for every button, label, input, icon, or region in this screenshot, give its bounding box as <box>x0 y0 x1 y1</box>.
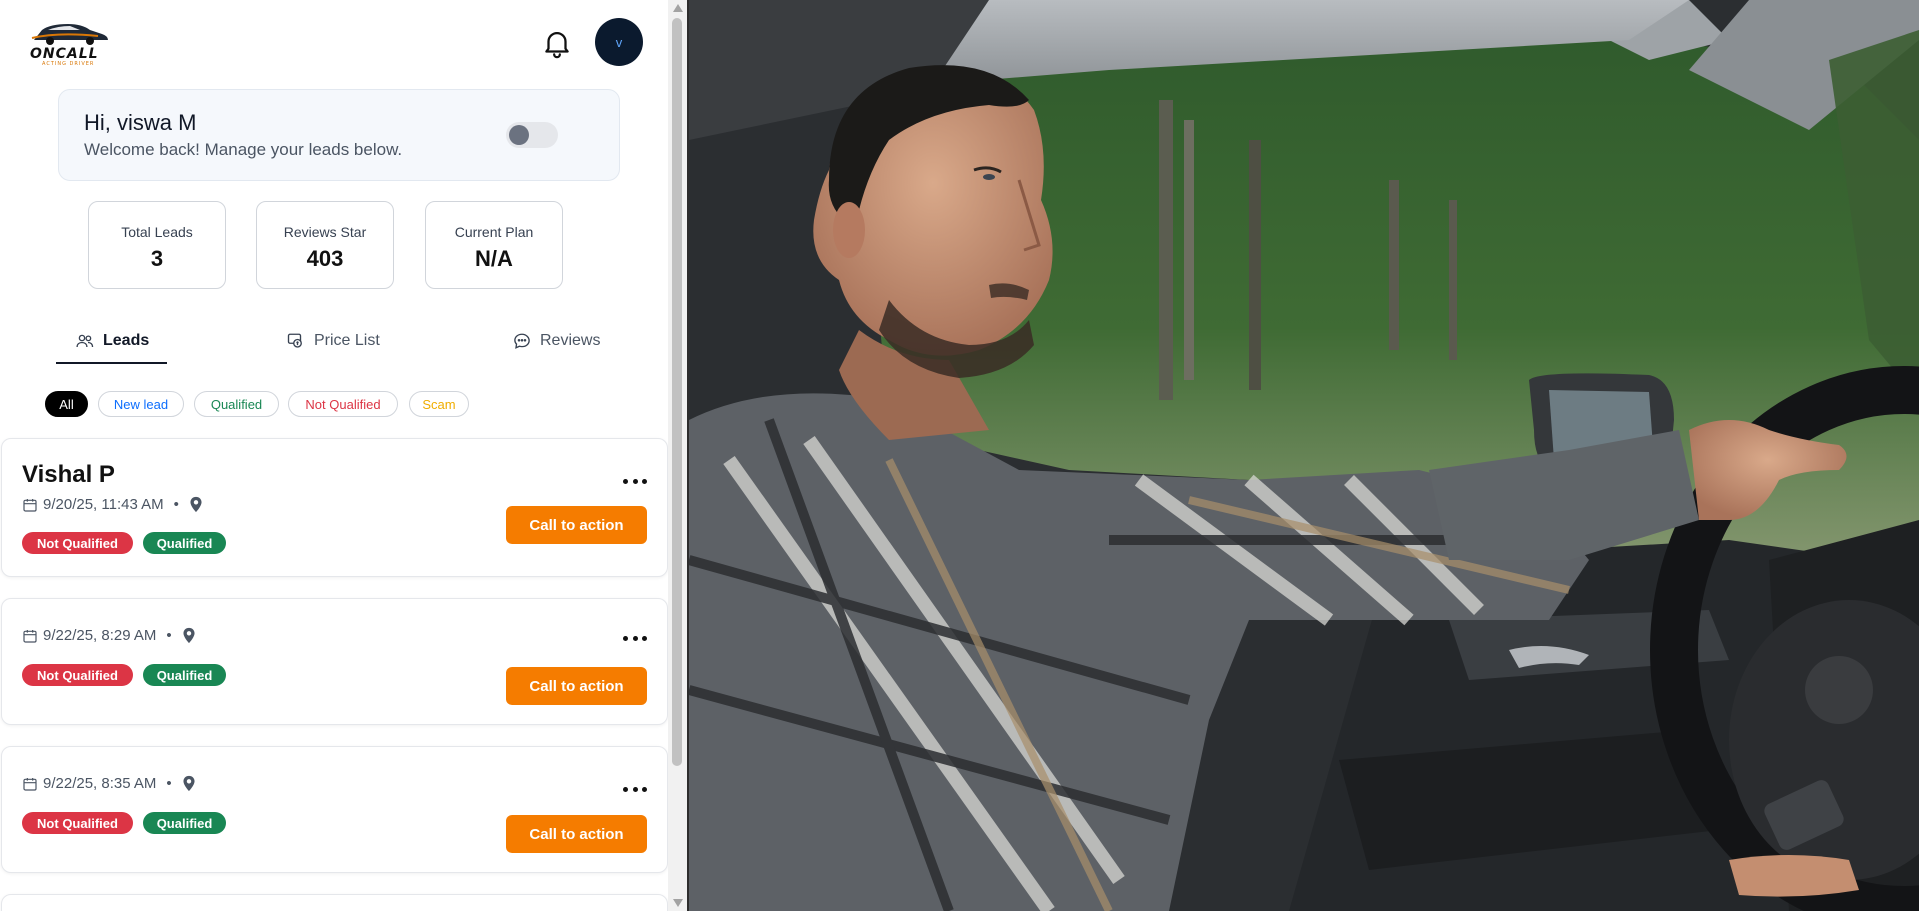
tab-reviews[interactable]: Reviews <box>513 318 600 364</box>
man-driving-car-illustration <box>689 0 1919 911</box>
location-pin-icon[interactable] <box>182 775 196 792</box>
more-options-icon[interactable] <box>623 784 647 794</box>
brand-name: ONCALL <box>30 46 99 62</box>
brand-tagline: ACTING DRIVER <box>42 61 95 67</box>
stat-label: Current Plan <box>454 224 534 240</box>
lead-meta: 9/22/25, 8:35 AM • <box>22 775 196 792</box>
leads-panel: ONCALL ACTING DRIVER v Hi, viswa M Welco… <box>0 0 687 911</box>
availability-toggle[interactable] <box>506 122 558 148</box>
meta-separator: • <box>166 775 172 792</box>
lead-datetime: 9/20/25, 11:43 AM <box>43 496 164 513</box>
calendar-icon <box>22 776 38 792</box>
filter-chip-not-qualified[interactable]: Not Qualified <box>288 391 398 417</box>
tab-price-list[interactable]: Price List <box>287 318 380 364</box>
stat-value: 403 <box>306 246 344 271</box>
badge-qualified: Qualified <box>143 532 226 554</box>
lead-card[interactable]: Vishal P 9/20/25, 11:43 AM • Not Qualifi… <box>1 438 668 577</box>
car-logo-icon <box>31 24 108 45</box>
stat-reviews-star: Reviews Star 403 <box>256 201 394 289</box>
filter-chip-qualified[interactable]: Qualified <box>194 391 279 417</box>
lead-datetime: 9/22/25, 8:35 AM <box>43 775 157 792</box>
profile-avatar[interactable]: v <box>595 18 643 66</box>
active-tab-indicator <box>56 362 167 364</box>
stat-value: N/A <box>475 246 513 271</box>
meta-separator: • <box>173 496 179 513</box>
scroll-thumb[interactable] <box>672 18 682 766</box>
call-to-action-button[interactable]: Call to action <box>506 815 647 853</box>
calendar-icon <box>22 628 38 644</box>
scroll-up-arrow-icon[interactable] <box>673 4 683 12</box>
stat-current-plan: Current Plan N/A <box>425 201 563 289</box>
lead-meta: 9/22/25, 8:29 AM • <box>22 627 196 644</box>
badge-qualified: Qualified <box>143 664 226 686</box>
lead-meta: 9/20/25, 11:43 AM • <box>22 496 203 513</box>
lead-card[interactable]: 9/22/25, 8:35 AM • Not Qualified Qualifi… <box>1 746 668 873</box>
stat-label: Total Leads <box>121 224 193 240</box>
greeting-title: Hi, viswa M <box>84 110 197 135</box>
badge-qualified: Qualified <box>143 812 226 834</box>
vertical-scrollbar[interactable] <box>668 0 687 911</box>
driver-hero-image <box>689 0 1919 911</box>
more-options-icon[interactable] <box>623 476 647 486</box>
badge-not-qualified: Not Qualified <box>22 664 133 686</box>
price-tag-icon <box>287 332 305 350</box>
location-pin-icon[interactable] <box>189 496 203 513</box>
stat-value: 3 <box>150 246 164 271</box>
welcome-card: Hi, viswa M Welcome back! Manage your le… <box>58 89 620 181</box>
filter-chip-new-lead[interactable]: New lead <box>98 391 184 417</box>
notification-bell-icon[interactable] <box>540 26 574 60</box>
call-to-action-button[interactable]: Call to action <box>506 506 647 544</box>
meta-separator: • <box>166 627 172 644</box>
greeting-subtitle: Welcome back! Manage your leads below. <box>84 140 403 159</box>
avatar-initial: v <box>615 34 623 50</box>
toggle-knob <box>509 125 529 145</box>
filter-chip-scam[interactable]: Scam <box>409 391 469 417</box>
more-options-icon[interactable] <box>623 633 647 643</box>
tab-label: Leads <box>103 332 150 349</box>
users-icon <box>76 333 94 349</box>
scroll-down-arrow-icon[interactable] <box>673 899 683 907</box>
lead-datetime: 9/22/25, 8:29 AM <box>43 627 157 644</box>
badge-not-qualified: Not Qualified <box>22 812 133 834</box>
badge-not-qualified: Not Qualified <box>22 532 133 554</box>
lead-name: Vishal P <box>22 461 115 488</box>
filter-chip-all[interactable]: All <box>45 391 88 417</box>
call-to-action-button[interactable]: Call to action <box>506 667 647 705</box>
stat-total-leads: Total Leads 3 <box>88 201 226 289</box>
lead-card[interactable] <box>1 894 668 911</box>
chat-bubble-icon <box>513 332 531 350</box>
oncall-logo[interactable]: ONCALL ACTING DRIVER <box>28 18 110 68</box>
tab-leads[interactable]: Leads <box>76 318 149 364</box>
tab-label: Reviews <box>540 332 601 349</box>
location-pin-icon[interactable] <box>182 627 196 644</box>
calendar-icon <box>22 497 38 513</box>
tab-label: Price List <box>314 332 380 349</box>
stat-label: Reviews Star <box>283 224 367 240</box>
lead-card[interactable]: 9/22/25, 8:29 AM • Not Qualified Qualifi… <box>1 598 668 725</box>
